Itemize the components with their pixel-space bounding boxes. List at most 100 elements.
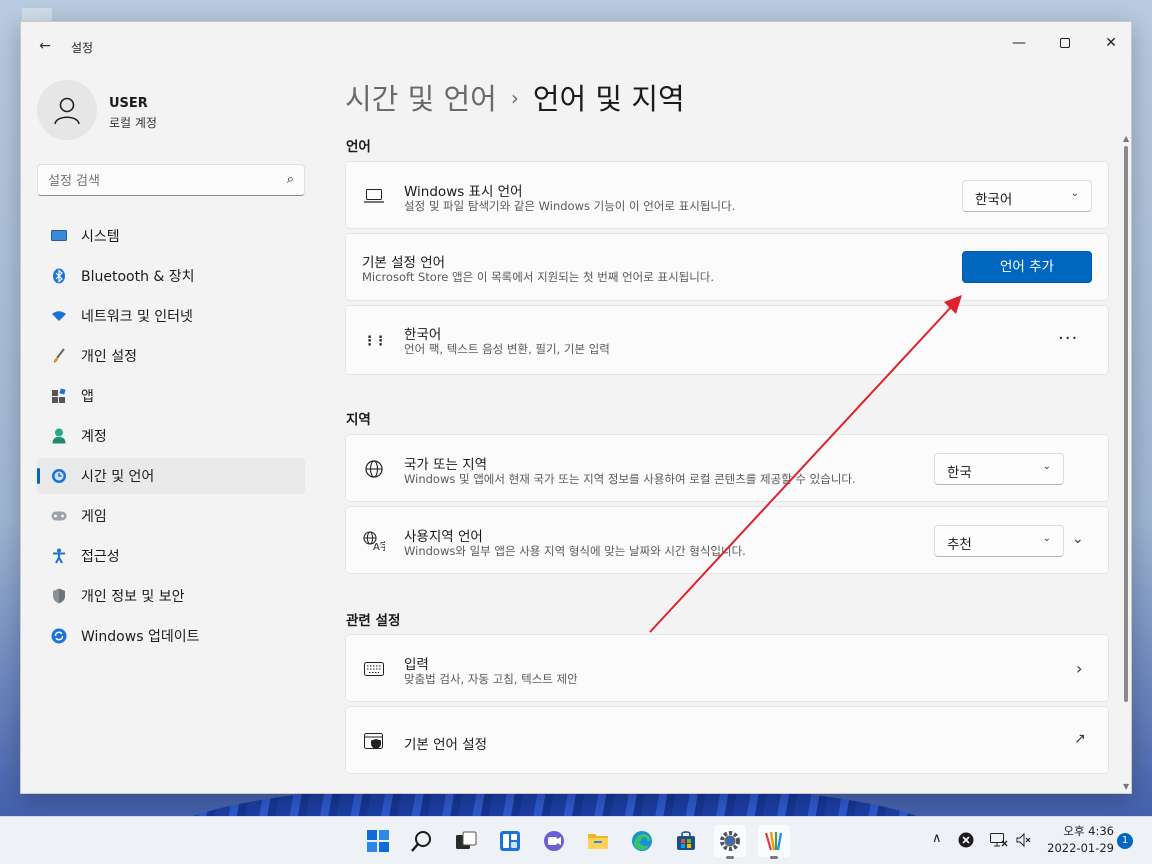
bluetooth-icon <box>49 266 69 286</box>
country-region-card: 국가 또는 지역 Windows 및 앱에서 현재 국가 또는 지역 정보를 사… <box>345 434 1109 502</box>
sidebar-item-privacy[interactable]: 개인 정보 및 보안 <box>37 578 305 614</box>
typing-desc: 맞춤법 검사, 자동 고침, 텍스트 제안 <box>404 672 578 686</box>
search-icon[interactable] <box>406 825 438 857</box>
time-language-icon <box>49 466 69 486</box>
dropdown-value: 한국 <box>947 465 972 481</box>
user-icon <box>54 97 80 125</box>
language-item-desc: 언어 팩, 텍스트 음성 변환, 필기, 기본 입력 <box>404 342 610 356</box>
sidebar-item-accounts[interactable]: 계정 <box>37 418 305 454</box>
clock-time: 오후 4:36 <box>1063 824 1114 838</box>
sidebar-item-label: Windows 업데이트 <box>81 629 200 645</box>
scrollbar-thumb[interactable] <box>1124 146 1128 702</box>
start-icon[interactable] <box>362 825 394 857</box>
country-region-title: 국가 또는 지역 <box>404 457 488 473</box>
expand-chevron-icon[interactable]: ⌄ <box>1072 531 1084 547</box>
search-input[interactable] <box>48 171 268 191</box>
section-title-language: 언어 <box>346 139 371 155</box>
chevron-down-icon: ⌄ <box>1042 461 1051 472</box>
desktop-icon[interactable] <box>22 8 52 22</box>
sidebar-item-windows-update[interactable]: Windows 업데이트 <box>37 618 305 654</box>
widgets-icon[interactable] <box>494 825 526 857</box>
sidebar-item-system[interactable]: 시스템 <box>37 218 305 254</box>
back-button[interactable]: ← <box>33 34 57 58</box>
teams-chat-icon[interactable] <box>538 825 570 857</box>
dropdown-value: 한국어 <box>975 192 1013 208</box>
drag-handle-icon[interactable]: ⋮⋮ <box>362 329 387 353</box>
sidebar-item-label: 앱 <box>81 389 94 405</box>
more-options-button[interactable]: ··· <box>1058 328 1078 349</box>
apps-icon <box>49 386 69 406</box>
sidebar-item-time-language[interactable]: 시간 및 언어 <box>37 458 305 494</box>
close-button[interactable]: ✕ <box>1088 28 1131 58</box>
typing-settings-card[interactable]: 입력 맞춤법 검사, 자동 고침, 텍스트 제안 › <box>345 634 1109 702</box>
sidebar-item-apps[interactable]: 앱 <box>37 378 305 414</box>
add-language-button[interactable]: 언어 추가 <box>962 251 1092 283</box>
sidebar-item-label: Bluetooth & 장치 <box>81 269 195 285</box>
language-item-korean[interactable]: ⋮⋮ 한국어 언어 팩, 텍스트 음성 변환, 필기, 기본 입력 ··· <box>345 305 1109 375</box>
avatar[interactable] <box>37 80 97 140</box>
windows-display-language-card: Windows 표시 언어 설정 및 파일 탐색기와 같은 Windows 기능… <box>345 161 1109 229</box>
section-title-region: 지역 <box>346 412 371 428</box>
admin-language-card[interactable]: 기본 언어 설정 ↗ <box>345 706 1109 774</box>
maximize-icon <box>1060 38 1070 48</box>
store-icon[interactable] <box>670 825 702 857</box>
pen-app-icon[interactable] <box>758 825 790 859</box>
wifi-icon <box>49 306 69 326</box>
maximize-button[interactable] <box>1042 28 1088 58</box>
keyboard-icon <box>362 657 386 681</box>
sidebar-item-bluetooth[interactable]: Bluetooth & 장치 <box>37 258 305 294</box>
breadcrumb-separator: › <box>510 86 519 110</box>
dropdown-value: 추천 <box>947 537 972 553</box>
settings-icon[interactable] <box>714 825 746 859</box>
sidebar-item-network[interactable]: 네트워크 및 인터넷 <box>37 298 305 334</box>
search-icon[interactable]: ⌕ <box>287 172 294 187</box>
minimize-button[interactable]: — <box>996 28 1042 58</box>
external-link-icon: ↗ <box>1074 731 1086 747</box>
breadcrumb-parent[interactable]: 시간 및 언어 <box>345 82 497 116</box>
tray-overflow-chevron-icon[interactable]: ∧ <box>932 831 942 846</box>
sidebar-item-gaming[interactable]: 게임 <box>37 498 305 534</box>
system-icon <box>49 226 69 246</box>
scroll-up-icon[interactable]: ▲ <box>1123 134 1129 143</box>
network-icon[interactable] <box>990 832 1008 852</box>
preferred-language-title: 기본 설정 언어 <box>362 255 446 271</box>
svg-text:A字: A字 <box>373 540 385 551</box>
display-language-dropdown[interactable]: 한국어 ⌄ <box>962 180 1092 212</box>
page-title: 언어 및 지역 <box>532 82 685 116</box>
scroll-down-icon[interactable]: ▼ <box>1123 782 1129 791</box>
sidebar-item-personalization[interactable]: 개인 설정 <box>37 338 305 374</box>
globe-icon <box>362 457 386 481</box>
section-title-related: 관련 설정 <box>346 613 401 629</box>
scrollbar[interactable]: ▲ ▼ <box>1121 134 1131 793</box>
tray-status-icon[interactable] <box>958 832 974 852</box>
brush-icon <box>49 346 69 366</box>
regional-format-dropdown[interactable]: 추천 ⌄ <box>934 525 1064 557</box>
chevron-right-icon: › <box>1076 659 1083 678</box>
task-view-icon[interactable] <box>450 825 482 857</box>
system-clock[interactable]: 오후 4:36 2022-01-29 <box>1040 823 1114 857</box>
edge-icon[interactable] <box>626 825 658 857</box>
chevron-down-icon: ⌄ <box>1042 533 1051 544</box>
sidebar-item-label: 계정 <box>81 429 107 445</box>
accessibility-icon <box>49 546 69 566</box>
laptop-icon <box>362 184 386 208</box>
sidebar-item-label: 개인 정보 및 보안 <box>81 589 185 605</box>
search-box[interactable]: ⌕ <box>37 164 305 196</box>
taskbar: ∧ 오후 4:36 2022-01-29 1 <box>0 816 1152 864</box>
admin-language-title: 기본 언어 설정 <box>404 737 488 753</box>
regional-format-card: A字 사용지역 언어 Windows와 일부 앱은 사용 지역 형식에 맞는 날… <box>345 506 1109 574</box>
sidebar-item-label: 시스템 <box>81 229 120 245</box>
notification-badge[interactable]: 1 <box>1117 833 1133 849</box>
country-region-dropdown[interactable]: 한국 ⌄ <box>934 453 1064 485</box>
admin-shield-icon <box>362 729 386 753</box>
sidebar-item-accessibility[interactable]: 접근성 <box>37 538 305 574</box>
update-icon <box>49 626 69 646</box>
volume-icon[interactable] <box>1016 832 1032 852</box>
app-title: 설정 <box>71 41 94 55</box>
account-type: 로컬 계정 <box>109 116 157 130</box>
display-language-desc: 설정 및 파일 탐색기와 같은 Windows 기능이 이 언어로 표시됩니다. <box>404 199 736 213</box>
country-region-desc: Windows 및 앱에서 현재 국가 또는 지역 정보를 사용하여 로컬 콘텐… <box>404 472 856 486</box>
title-bar: ← 설정 — ✕ <box>21 22 1131 58</box>
regional-format-desc: Windows와 일부 앱은 사용 지역 형식에 맞는 날짜와 시간 형식입니다… <box>404 544 746 558</box>
file-explorer-icon[interactable] <box>582 825 614 857</box>
